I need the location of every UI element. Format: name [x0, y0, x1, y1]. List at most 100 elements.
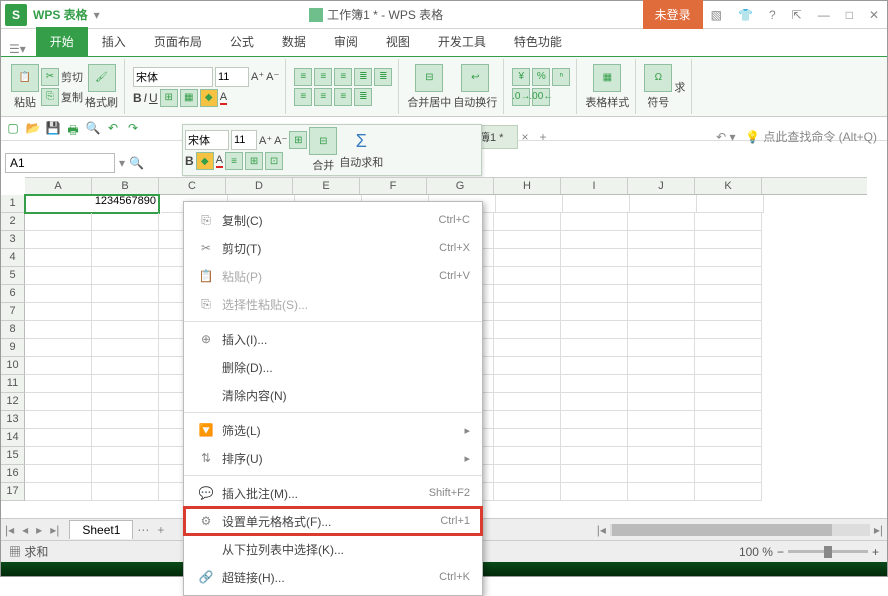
- grid-cell[interactable]: [695, 465, 762, 483]
- qat-open-icon[interactable]: 📂: [25, 121, 41, 137]
- sheet-tab[interactable]: Sheet1: [69, 520, 133, 539]
- grid-cell[interactable]: [628, 429, 695, 447]
- grid-cell[interactable]: [92, 357, 159, 375]
- grid-cell[interactable]: [695, 447, 762, 465]
- qat-redo-icon[interactable]: ↷: [125, 121, 141, 137]
- decrease-font-icon[interactable]: A⁻: [266, 70, 279, 83]
- grid-cell[interactable]: [494, 429, 561, 447]
- grid-cell[interactable]: [92, 231, 159, 249]
- zoom-out-icon[interactable]: −: [777, 545, 784, 559]
- help-hint[interactable]: ↶ ▾ 💡 点此查找命令 (Alt+Q): [716, 128, 877, 145]
- grid-cell[interactable]: [494, 465, 561, 483]
- tab-feature[interactable]: 特色功能: [500, 27, 576, 56]
- align-mid-icon[interactable]: ≡: [314, 68, 332, 86]
- grid-cell[interactable]: [695, 285, 762, 303]
- ctx-cut[interactable]: ✂剪切(T)Ctrl+X: [184, 234, 482, 262]
- symbol-icon[interactable]: Ω: [644, 64, 672, 92]
- tab-view[interactable]: 视图: [372, 27, 424, 56]
- row-header[interactable]: 3: [1, 231, 25, 249]
- grid-cell[interactable]: [561, 339, 628, 357]
- tab-nav-prev-icon[interactable]: ◂: [18, 523, 32, 537]
- row-header[interactable]: 2: [1, 213, 25, 231]
- grid-cell[interactable]: [494, 249, 561, 267]
- merge-center-icon[interactable]: ⊟: [415, 64, 443, 92]
- ctx-delete[interactable]: 删除(D)...: [184, 353, 482, 381]
- grid-cell[interactable]: [92, 375, 159, 393]
- grid-cell[interactable]: [561, 303, 628, 321]
- tab-review[interactable]: 审阅: [320, 27, 372, 56]
- doc-tab-close-icon[interactable]: ×: [521, 130, 528, 144]
- grid-cell[interactable]: [494, 375, 561, 393]
- grid-cell[interactable]: [25, 429, 92, 447]
- align-left-icon[interactable]: ≡: [294, 88, 312, 106]
- close-icon[interactable]: ✕: [861, 8, 887, 22]
- menu-dropdown-icon[interactable]: ☰▾: [9, 42, 36, 56]
- grid-cell[interactable]: [92, 249, 159, 267]
- grid-cell[interactable]: [561, 231, 628, 249]
- grid-cell[interactable]: [494, 267, 561, 285]
- grid-cell[interactable]: [92, 321, 159, 339]
- grid-cell[interactable]: [695, 321, 762, 339]
- grid-cell[interactable]: [697, 195, 764, 213]
- hscroll-left-icon[interactable]: |◂: [593, 523, 610, 537]
- column-header[interactable]: I: [561, 178, 628, 194]
- ctx-hyperlink[interactable]: 🔗超链接(H)...Ctrl+K: [184, 563, 482, 591]
- italic-button[interactable]: I: [144, 91, 147, 105]
- grid-cell[interactable]: [561, 429, 628, 447]
- underline-button[interactable]: U: [149, 91, 158, 105]
- name-box[interactable]: [5, 153, 115, 173]
- grid-cell[interactable]: [630, 195, 697, 213]
- column-header[interactable]: K: [695, 178, 762, 194]
- tab-nav-last-icon[interactable]: ▸|: [46, 523, 63, 537]
- grid-cell[interactable]: [92, 447, 159, 465]
- column-header[interactable]: B: [92, 178, 159, 194]
- skin-icon[interactable]: ▧: [703, 8, 730, 22]
- help-icon[interactable]: ?: [761, 8, 784, 22]
- grid-cell[interactable]: [561, 375, 628, 393]
- grid-cell[interactable]: [695, 375, 762, 393]
- mini-align-icon[interactable]: ≡: [225, 152, 243, 170]
- zoom-slider[interactable]: [788, 550, 868, 553]
- table-style-icon[interactable]: ▦: [593, 64, 621, 92]
- shirt-icon[interactable]: 👕: [730, 8, 761, 22]
- column-header[interactable]: A: [25, 178, 92, 194]
- grid-cell[interactable]: [695, 267, 762, 285]
- grid-cell[interactable]: [494, 357, 561, 375]
- align-right-icon[interactable]: ≡: [334, 88, 352, 106]
- fill-color-button[interactable]: ◆: [200, 89, 218, 107]
- grid-cell[interactable]: [628, 339, 695, 357]
- grid-cell[interactable]: [494, 303, 561, 321]
- align-top-icon[interactable]: ≡: [294, 68, 312, 86]
- grid-cell[interactable]: [25, 465, 92, 483]
- ctx-clear[interactable]: 清除内容(N): [184, 381, 482, 409]
- grid-cell[interactable]: [494, 483, 561, 501]
- column-header[interactable]: D: [226, 178, 293, 194]
- grid-cell[interactable]: [695, 429, 762, 447]
- grid-cell[interactable]: [628, 483, 695, 501]
- grid-cell[interactable]: [561, 321, 628, 339]
- grid-cell[interactable]: [92, 429, 159, 447]
- grid-cell[interactable]: [695, 411, 762, 429]
- grid-cell[interactable]: [695, 249, 762, 267]
- mini-font-name[interactable]: [185, 130, 229, 150]
- grid-cell[interactable]: [25, 303, 92, 321]
- grid-cell[interactable]: [628, 303, 695, 321]
- grid-cell[interactable]: [695, 231, 762, 249]
- grid-cell[interactable]: [92, 303, 159, 321]
- hscroll-right-icon[interactable]: ▸|: [870, 523, 887, 537]
- align-bot-icon[interactable]: ≡: [334, 68, 352, 86]
- bold-button[interactable]: B: [133, 91, 142, 105]
- align-justify-icon[interactable]: ≣: [354, 88, 372, 106]
- grid-cell[interactable]: [496, 195, 563, 213]
- grid-cell[interactable]: [25, 267, 92, 285]
- dec-dec-icon[interactable]: .00←: [532, 88, 550, 106]
- grid-cell[interactable]: [92, 267, 159, 285]
- grid-cell[interactable]: [628, 375, 695, 393]
- ctx-paste-special[interactable]: ⎘选择性粘贴(S)...: [184, 290, 482, 318]
- grid-cell[interactable]: [92, 213, 159, 231]
- mini-bold[interactable]: B: [185, 154, 194, 168]
- grid-cell[interactable]: [561, 213, 628, 231]
- login-button[interactable]: 未登录: [643, 0, 703, 29]
- sheet-add-icon[interactable]: +: [153, 523, 168, 537]
- row-header[interactable]: 9: [1, 339, 25, 357]
